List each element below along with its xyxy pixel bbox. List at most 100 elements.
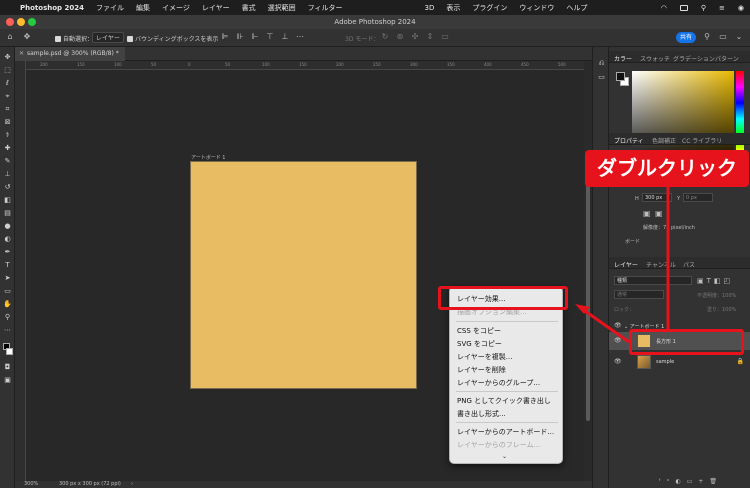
tab-properties[interactable]: プロパティ	[614, 136, 644, 145]
history-brush-tool-icon[interactable]: ↺	[3, 183, 12, 192]
zoom-level[interactable]: 300%	[24, 481, 38, 488]
clone-stamp-tool-icon[interactable]: ⊥	[3, 170, 12, 179]
distribute-icon[interactable]: ⋯	[295, 32, 305, 42]
chevron-down-icon[interactable]: ⌄	[624, 324, 628, 330]
menu-layer[interactable]: レイヤー	[202, 3, 230, 13]
menu-app-name[interactable]: Photoshop 2024	[20, 4, 84, 12]
visibility-eye-icon[interactable]: 👁	[614, 358, 622, 365]
marquee-tool-icon[interactable]: ⬚	[3, 66, 12, 75]
opacity-field[interactable]: 不透明度：100%	[697, 292, 736, 299]
align-left-icon[interactable]: ⊫	[220, 32, 230, 42]
zoom-tool-icon[interactable]: ⚲	[3, 313, 12, 322]
zoom-window-icon[interactable]	[28, 18, 36, 26]
layer-filter-dropdown[interactable]: 種類	[614, 276, 692, 285]
menu-type[interactable]: 書式	[242, 3, 256, 13]
layer-filter-icons[interactable]: ▣T◧◰	[697, 277, 733, 285]
menu-select[interactable]: 選択範囲	[268, 3, 296, 13]
fill-field[interactable]: 塗り：100%	[707, 306, 736, 313]
chevron-down-icon[interactable]: ⌄	[502, 453, 507, 460]
menu-item-copy-css[interactable]: CSS をコピー	[457, 326, 501, 336]
close-tab-icon[interactable]: ✕	[19, 47, 24, 61]
control-center-icon[interactable]: ≡	[719, 4, 725, 12]
3d-pan-icon[interactable]: ✣	[410, 32, 420, 42]
orientation-portrait-icon[interactable]: ▣	[643, 209, 651, 218]
search-icon[interactable]: ⚲	[702, 32, 712, 42]
close-window-icon[interactable]	[6, 18, 14, 26]
path-select-tool-icon[interactable]: ➤	[3, 274, 12, 283]
tab-gradients[interactable]: グラデーション	[673, 54, 715, 63]
align-top-icon[interactable]: ⊤	[265, 32, 275, 42]
3d-rotate-icon[interactable]: ↻	[380, 32, 390, 42]
tab-adjustments[interactable]: 色調補正	[652, 136, 676, 145]
menu-plugins[interactable]: プラグイン	[472, 3, 507, 13]
bounding-box-option[interactable]: バウンディングボックスを表示	[127, 34, 218, 43]
vertical-ruler[interactable]	[15, 61, 26, 481]
search-icon[interactable]: ⚲	[701, 4, 706, 12]
tab-channels[interactable]: チャンネル	[646, 260, 676, 269]
tab-patterns[interactable]: パターン	[715, 54, 739, 63]
document-tab[interactable]: ✕ sample.psd @ 300% (RGB/8) *	[15, 47, 125, 61]
menu-file[interactable]: ファイル	[96, 3, 124, 13]
wifi-icon[interactable]: ◠	[661, 4, 667, 12]
tab-color[interactable]: カラー	[614, 54, 632, 63]
auto-select-option[interactable]: 自動選択：	[55, 34, 93, 43]
brush-tool-icon[interactable]: ✎	[3, 157, 12, 166]
3d-roll-icon[interactable]: ⊛	[395, 32, 405, 42]
visibility-eye-icon[interactable]: 👁	[614, 337, 622, 344]
blend-mode-dropdown[interactable]: 通常	[614, 290, 664, 299]
menu-3d[interactable]: 3D	[425, 4, 435, 12]
share-button[interactable]: 共有	[676, 32, 696, 43]
menu-image[interactable]: イメージ	[162, 3, 190, 13]
minimize-window-icon[interactable]	[17, 18, 25, 26]
tab-layers[interactable]: レイヤー	[614, 260, 638, 269]
screen-mode-icon[interactable]: ▣	[3, 376, 12, 385]
workspace-icon[interactable]: ▭	[718, 32, 728, 42]
siri-icon[interactable]: ◉	[738, 4, 744, 12]
tab-paths[interactable]: パス	[683, 260, 695, 269]
pen-tool-icon[interactable]: ✒	[3, 248, 12, 257]
menu-item-export-as[interactable]: 書き出し形式...	[457, 409, 506, 419]
dodge-tool-icon[interactable]: ◐	[3, 235, 12, 244]
menu-item-duplicate-layer[interactable]: レイヤーを複製...	[457, 352, 512, 362]
blur-tool-icon[interactable]: ●	[3, 222, 12, 231]
artboard-label[interactable]: アートボード 1	[191, 154, 225, 161]
menu-item-group-from-layers[interactable]: レイヤーからのグループ...	[457, 378, 540, 388]
layer-row-sample[interactable]: 👁 sample 🔒	[609, 353, 750, 371]
height-field[interactable]: 300 px	[642, 193, 672, 202]
visibility-eye-icon[interactable]: 👁	[614, 322, 622, 329]
move-tool-icon[interactable]: ✥	[3, 53, 12, 62]
chevron-right-icon[interactable]: ›	[131, 481, 133, 488]
battery-icon[interactable]	[679, 4, 688, 11]
quick-mask-icon[interactable]: ◘	[3, 363, 12, 372]
orientation-landscape-icon[interactable]: ▣	[655, 209, 663, 218]
eyedropper-tool-icon[interactable]: ⚕	[3, 131, 12, 140]
artboard-rectangle[interactable]	[190, 161, 417, 389]
auto-select-checkbox[interactable]	[55, 36, 61, 42]
history-panel-icon[interactable]: ⎌	[597, 59, 606, 68]
align-right-icon[interactable]: ⊩	[250, 32, 260, 42]
menu-filter[interactable]: フィルター	[308, 3, 343, 13]
healing-brush-tool-icon[interactable]: ✚	[3, 144, 12, 153]
foreground-color-swatch[interactable]	[616, 72, 625, 81]
crop-tool-icon[interactable]: ⌗	[3, 105, 12, 114]
menu-item-artboard-from-layers[interactable]: レイヤーからのアートボード...	[457, 427, 554, 437]
3d-scale-icon[interactable]: ▭	[440, 32, 450, 42]
home-icon[interactable]: ⌂	[5, 32, 15, 42]
background-color-swatch[interactable]	[6, 348, 13, 355]
menu-view[interactable]: 表示	[446, 3, 460, 13]
y-field[interactable]: 0 px	[683, 193, 713, 202]
chevron-down-icon[interactable]: ⌄	[734, 32, 744, 42]
align-center-icon[interactable]: ⊪	[235, 32, 245, 42]
menu-edit[interactable]: 編集	[136, 3, 150, 13]
more-tools-icon[interactable]: ⋯	[3, 326, 12, 335]
object-select-tool-icon[interactable]: ⌖	[3, 92, 12, 101]
menu-window[interactable]: ウィンドウ	[519, 3, 554, 13]
horizontal-ruler[interactable]: 200 150 100 50 0 50 100 150 200 250 300 350 400 450 50…	[26, 61, 584, 70]
scrollbar-thumb[interactable]	[586, 181, 590, 421]
hand-tool-icon[interactable]: ✋	[3, 300, 12, 309]
3d-slide-icon[interactable]: ⇕	[425, 32, 435, 42]
align-middle-icon[interactable]: ⊥	[280, 32, 290, 42]
frame-tool-icon[interactable]: ⊠	[3, 118, 12, 127]
menu-item-quick-export-png[interactable]: PNG としてクイック書き出し	[457, 396, 551, 406]
tab-cc-libraries[interactable]: CC ライブラリ	[682, 136, 722, 145]
